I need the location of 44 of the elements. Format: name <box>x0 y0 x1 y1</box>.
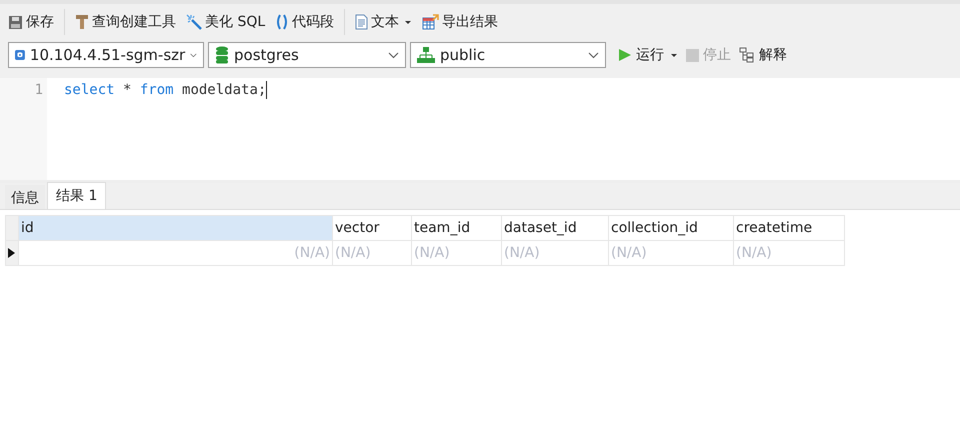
explain-icon <box>739 47 755 63</box>
column-header[interactable]: collection_id <box>608 216 734 240</box>
dropdown-field[interactable]: public <box>410 42 606 68</box>
table-cell: (N/A) <box>734 240 844 266</box>
table-cell: (N/A) <box>412 240 502 266</box>
hammer-icon <box>75 14 89 30</box>
magic-wand-icon <box>186 14 202 30</box>
server-icon <box>15 47 25 63</box>
braces-icon <box>275 14 290 30</box>
table-cell: (N/A) <box>18 240 332 266</box>
tab[interactable]: 信息 <box>5 185 45 209</box>
table-cell: (N/A) <box>502 240 608 266</box>
caret-icon <box>670 52 678 58</box>
toolbar-button[interactable]: 代码段 <box>273 13 336 31</box>
caret-icon <box>404 20 412 24</box>
database-icon <box>215 46 229 64</box>
stop-icon <box>686 48 699 62</box>
toolbar-button[interactable]: 运行 <box>618 46 678 64</box>
toolbar-button[interactable]: 导出结果 <box>420 13 500 31</box>
code-line[interactable]: select * from modeldata; <box>64 81 266 99</box>
chevron-icon <box>388 52 399 58</box>
toolbar-button[interactable]: 解释 <box>739 46 787 64</box>
toolbar-button[interactable]: 文本 <box>353 13 414 31</box>
column-header[interactable]: id <box>18 216 332 240</box>
schema-tree-icon <box>417 47 435 63</box>
chevron-icon <box>588 52 599 58</box>
save-icon <box>8 14 23 30</box>
column-header[interactable]: team_id <box>412 216 502 240</box>
toolbar-button[interactable]: 查询创建工具 <box>73 13 178 31</box>
tab[interactable]: 结果 1 <box>47 182 106 209</box>
document-icon <box>355 14 368 30</box>
chevron-icon <box>190 52 197 58</box>
table-cell: (N/A) <box>608 240 734 266</box>
table-cell: (N/A) <box>332 240 412 266</box>
export-icon <box>422 14 440 30</box>
line-number: 1 <box>34 81 43 99</box>
toolbar-button[interactable]: 美化 SQL <box>184 13 268 31</box>
dropdown-field[interactable]: 10.104.4.51-sgm-szr <box>8 42 204 68</box>
play-icon <box>618 48 632 62</box>
toolbar-button[interactable]: 保存 <box>6 13 56 31</box>
column-header[interactable]: vector <box>332 216 412 240</box>
column-header[interactable]: dataset_id <box>502 216 608 240</box>
dropdown-field[interactable]: postgres <box>208 42 406 68</box>
column-header[interactable]: createtime <box>734 216 844 240</box>
